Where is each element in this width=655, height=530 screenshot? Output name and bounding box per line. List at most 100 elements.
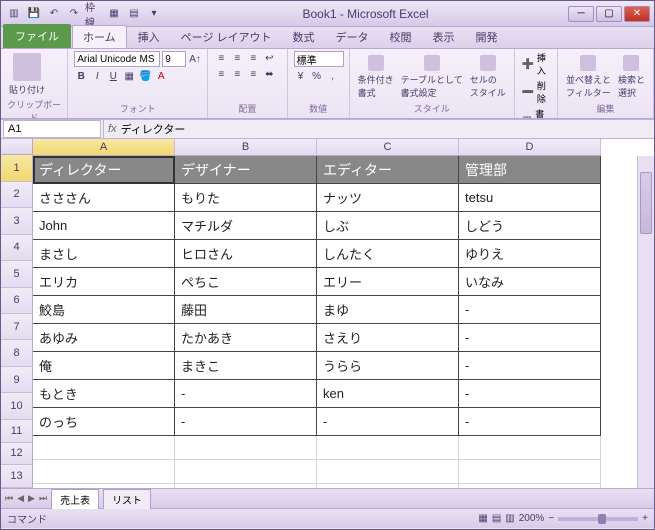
row-header[interactable]: 3 <box>1 208 33 234</box>
format-table-button[interactable]: テーブルとして 書式設定 <box>399 53 465 101</box>
row-header[interactable]: 7 <box>1 314 33 340</box>
merge-icon[interactable]: ⬌ <box>262 67 276 81</box>
row-header[interactable]: 2 <box>1 182 33 208</box>
grow-font-icon[interactable]: A↑ <box>188 52 202 66</box>
redo-icon[interactable]: ↷ <box>65 5 83 23</box>
data-cell[interactable]: もりた <box>175 184 317 212</box>
data-cell[interactable]: John <box>33 212 175 240</box>
tab-view[interactable]: 表示 <box>423 26 465 48</box>
header-cell[interactable]: エディター <box>317 156 459 184</box>
data-cell[interactable]: マチルダ <box>175 212 317 240</box>
insert-cells-icon[interactable]: ➕ <box>521 57 535 71</box>
zoom-slider[interactable] <box>558 517 638 521</box>
qat-grid2-icon[interactable]: ▤ <box>125 5 143 23</box>
column-header[interactable]: A <box>33 139 175 156</box>
data-cell[interactable]: たかあき <box>175 324 317 352</box>
align-top-icon[interactable]: ≡ <box>214 51 228 65</box>
column-header[interactable]: C <box>317 139 459 156</box>
tab-nav-next-icon[interactable]: ▶ <box>28 493 35 504</box>
tab-nav-first-icon[interactable]: ⏮ <box>5 493 13 504</box>
data-cell[interactable]: さえり <box>317 324 459 352</box>
data-cell[interactable]: ナッツ <box>317 184 459 212</box>
border-icon[interactable]: ▦ <box>122 69 136 83</box>
data-cell[interactable]: 鮫島 <box>33 296 175 324</box>
data-cell[interactable]: エリカ <box>33 268 175 296</box>
qat-grid-icon[interactable]: ▦ <box>105 5 123 23</box>
data-cell[interactable]: - <box>459 380 601 408</box>
name-box[interactable]: A1 <box>3 120 101 138</box>
row-header[interactable]: 4 <box>1 235 33 261</box>
row-header[interactable]: 8 <box>1 340 33 366</box>
data-cell[interactable]: もとき <box>33 380 175 408</box>
data-cell[interactable]: - <box>459 324 601 352</box>
data-cell[interactable]: ヒロさん <box>175 240 317 268</box>
maximize-button[interactable]: ▢ <box>596 6 622 22</box>
column-header[interactable]: D <box>459 139 601 156</box>
row-header[interactable]: 1 <box>1 155 33 181</box>
empty-cell[interactable] <box>317 460 459 484</box>
view-layout-icon[interactable]: ▤ <box>492 513 501 524</box>
conditional-format-button[interactable]: 条件付き 書式 <box>356 53 396 101</box>
find-select-button[interactable]: 検索と 選択 <box>616 53 647 101</box>
zoom-in-icon[interactable]: + <box>642 513 648 524</box>
row-header[interactable]: 5 <box>1 261 33 287</box>
qat-more-icon[interactable]: ▾ <box>145 5 163 23</box>
align-left-icon[interactable]: ≡ <box>214 67 228 81</box>
align-bot-icon[interactable]: ≡ <box>246 51 260 65</box>
data-cell[interactable]: いなみ <box>459 268 601 296</box>
save-icon[interactable]: 💾 <box>25 5 43 23</box>
header-cell[interactable]: ディレクター <box>33 156 175 184</box>
data-cell[interactable]: - <box>459 296 601 324</box>
bold-icon[interactable]: B <box>74 69 88 83</box>
data-cell[interactable]: まさし <box>33 240 175 268</box>
data-cell[interactable]: ken <box>317 380 459 408</box>
number-format-input[interactable] <box>294 51 344 67</box>
tab-home[interactable]: ホーム <box>72 25 127 48</box>
empty-cell[interactable] <box>459 484 601 488</box>
data-cell[interactable]: - <box>459 352 601 380</box>
cell-styles-button[interactable]: セルの スタイル <box>468 53 508 101</box>
delete-cells-icon[interactable]: ➖ <box>521 85 535 99</box>
column-header[interactable]: B <box>175 139 317 156</box>
align-center-icon[interactable]: ≡ <box>230 67 244 81</box>
select-all-corner[interactable] <box>1 139 33 155</box>
data-cell[interactable]: しぶ <box>317 212 459 240</box>
data-cell[interactable]: まゆ <box>317 296 459 324</box>
tab-formulas[interactable]: 数式 <box>283 26 325 48</box>
data-cell[interactable]: のっち <box>33 408 175 436</box>
data-cell[interactable]: ぺちこ <box>175 268 317 296</box>
row-header[interactable]: 12 <box>1 443 33 466</box>
underline-icon[interactable]: U <box>106 69 120 83</box>
header-cell[interactable]: 管理部 <box>459 156 601 184</box>
font-name-input[interactable] <box>74 51 160 67</box>
data-cell[interactable]: tetsu <box>459 184 601 212</box>
data-cell[interactable]: ゆりえ <box>459 240 601 268</box>
close-button[interactable]: ✕ <box>624 6 650 22</box>
empty-cell[interactable] <box>317 484 459 488</box>
excel-icon[interactable]: ▥ <box>5 5 23 23</box>
header-cell[interactable]: デザイナー <box>175 156 317 184</box>
tab-data[interactable]: データ <box>326 26 379 48</box>
data-cell[interactable]: まきこ <box>175 352 317 380</box>
sort-filter-button[interactable]: 並べ替えと フィルター <box>564 53 613 101</box>
qat-borders-label[interactable]: 枠線 <box>85 5 103 23</box>
data-cell[interactable]: 俺 <box>33 352 175 380</box>
undo-icon[interactable]: ↶ <box>45 5 63 23</box>
zoom-out-icon[interactable]: − <box>548 513 554 524</box>
tab-developer[interactable]: 開発 <box>466 26 508 48</box>
empty-cell[interactable] <box>175 460 317 484</box>
data-cell[interactable]: - <box>175 380 317 408</box>
empty-cell[interactable] <box>459 460 601 484</box>
fx-icon[interactable]: fx <box>108 123 117 135</box>
data-cell[interactable]: あゆみ <box>33 324 175 352</box>
align-mid-icon[interactable]: ≡ <box>230 51 244 65</box>
sheet-tab-active[interactable]: 売上表 <box>51 489 99 509</box>
row-header[interactable]: 10 <box>1 393 33 419</box>
minimize-button[interactable]: ─ <box>568 6 594 22</box>
zoom-level[interactable]: 200% <box>519 513 545 524</box>
font-size-input[interactable] <box>162 51 186 67</box>
data-cell[interactable]: うらら <box>317 352 459 380</box>
tab-nav-last-icon[interactable]: ⏭ <box>39 493 47 504</box>
align-right-icon[interactable]: ≡ <box>246 67 260 81</box>
row-header[interactable]: 6 <box>1 288 33 314</box>
